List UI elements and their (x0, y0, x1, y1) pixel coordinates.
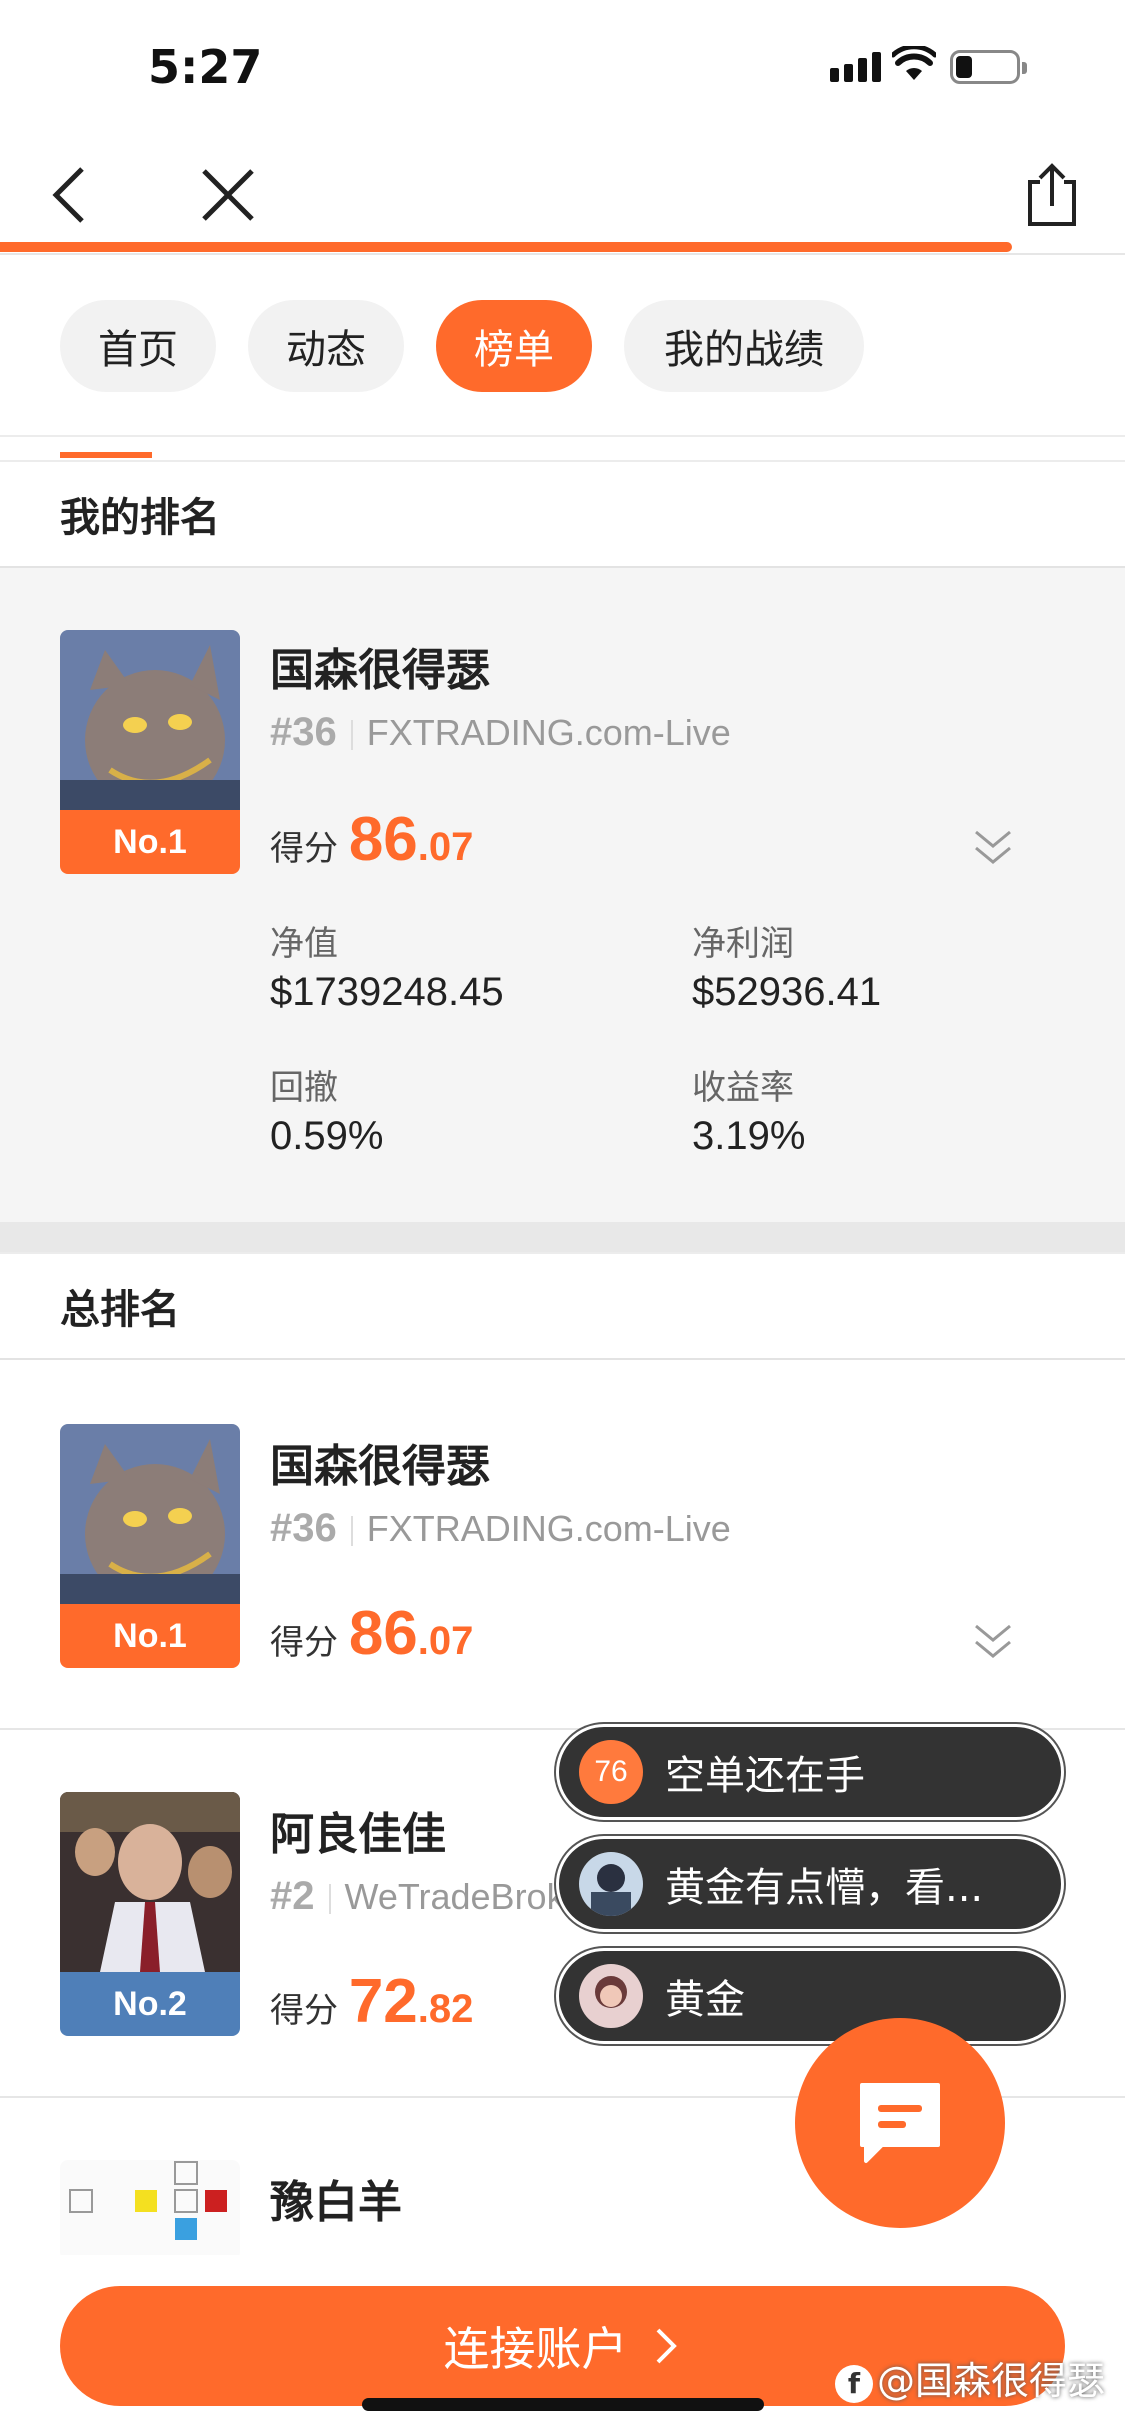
avatar: No.1 (60, 1424, 240, 1668)
nav-bar (0, 135, 1125, 255)
chevron-right-icon (656, 2328, 677, 2364)
score-label: 得分 (270, 1623, 338, 1663)
cat-avatar-image (60, 1424, 240, 1604)
list-item[interactable]: No.1 国森很得瑟 #36 FXTRADING.com-Live 得分 86.0… (0, 1362, 1125, 1730)
close-button[interactable] (188, 155, 268, 235)
chat-bubble-text: 黄金 (665, 1977, 745, 2023)
broker-name: FXTRADING.com-Live (366, 1508, 731, 1549)
net-profit-label: 净利润 (692, 924, 794, 964)
rank-badge: No.1 (60, 1604, 240, 1668)
close-icon (202, 169, 254, 221)
trader-account: #36 FXTRADING.com-Live (270, 1506, 731, 1551)
page-load-progress-bar (0, 242, 1012, 252)
equity-value: $1739248.45 (270, 970, 504, 1014)
chat-bubble[interactable]: 黄金有点懵，看... (556, 1836, 1064, 1932)
return-label: 收益率 (692, 1068, 794, 1108)
cellular-signal-icon (830, 52, 886, 82)
section-separator (0, 1222, 1125, 1252)
tab-bar: 首页 动态 榜单 我的战绩 (0, 300, 1125, 400)
my-rank-heading: 我的排名 (0, 460, 1125, 568)
chat-icon (860, 2083, 940, 2163)
avatar: No.1 (60, 630, 240, 874)
return-value: 3.19% (692, 1114, 806, 1158)
trader-photo-image (60, 1792, 240, 1972)
chat-bubble[interactable]: 黄金 (556, 1948, 1064, 2044)
trader-name: 豫白羊 (270, 2177, 402, 2228)
chevron-down-icon[interactable] (970, 826, 1016, 872)
avatar: No.2 (60, 1792, 240, 2036)
tab-home[interactable]: 首页 (60, 300, 216, 392)
status-time: 5:27 (148, 40, 263, 94)
overall-rank-heading: 总排名 (0, 1252, 1125, 1360)
my-rank-card[interactable]: No.1 国森很得瑟 #36 FXTRADING.com-Live 得分 86.0… (0, 568, 1125, 1222)
watermark-text: @国森很得瑟 (877, 2359, 1106, 2403)
broker-name: FXTRADING.com-Live (366, 712, 731, 753)
status-bar: 5:27 (0, 0, 1125, 135)
trader-name: 阿良佳佳 (270, 1809, 446, 1860)
score-integer: 86 (348, 1599, 418, 1668)
score-label: 得分 (270, 829, 338, 869)
score-integer: 72 (348, 1967, 418, 2036)
score: 得分 86.07 (270, 1598, 473, 1669)
score: 得分 72.82 (270, 1966, 473, 2037)
unread-badge: 76 (579, 1740, 643, 1804)
tab-activity[interactable]: 动态 (248, 300, 404, 392)
score: 得分 86.07 (270, 804, 473, 875)
score-decimal: .82 (417, 1987, 474, 2031)
chat-bubble-text: 空单还在手 (665, 1753, 865, 1799)
chat-fab-button[interactable] (795, 2018, 1005, 2228)
back-button[interactable] (28, 155, 108, 235)
score-decimal: .07 (417, 1619, 474, 1663)
drawdown-value: 0.59% (270, 1114, 384, 1158)
watermark: f @国森很得瑟 (835, 2350, 1105, 2405)
wifi-icon (892, 46, 936, 80)
score-decimal: .07 (417, 825, 474, 869)
equity-label: 净值 (270, 924, 338, 964)
trader-number: #36 (270, 710, 337, 754)
trader-name: 国森很得瑟 (270, 1441, 490, 1492)
chat-bubble[interactable]: 76 空单还在手 (556, 1724, 1064, 1820)
chevron-left-icon (52, 167, 84, 223)
trader-account: #36 FXTRADING.com-Live (270, 710, 731, 755)
user-avatar (579, 1964, 643, 2028)
tab-divider (0, 435, 1125, 460)
rank-badge: No.2 (60, 1972, 240, 2036)
trader-number: #2 (270, 1874, 315, 1918)
weibo-logo-icon: f (835, 2364, 873, 2403)
chat-bubble-text: 黄金有点懵，看... (665, 1865, 984, 1911)
connect-account-label: 连接账户 (443, 2322, 628, 2376)
trader-name: 国森很得瑟 (270, 645, 490, 696)
cat-avatar-image (60, 630, 240, 810)
diagram-avatar-image (60, 2160, 240, 2260)
share-button[interactable] (1012, 155, 1092, 235)
home-indicator[interactable] (362, 2398, 764, 2411)
score-label: 得分 (270, 1991, 338, 2031)
avatar (60, 2160, 240, 2260)
battery-icon (950, 50, 1027, 84)
tab-indicator (60, 452, 152, 458)
chevron-down-icon[interactable] (970, 1620, 1016, 1666)
trader-number: #36 (270, 1506, 337, 1550)
rank-badge: No.1 (60, 810, 240, 874)
tab-leaderboard[interactable]: 榜单 (436, 300, 592, 392)
drawdown-label: 回撤 (270, 1068, 338, 1108)
share-icon (1028, 163, 1076, 226)
net-profit-value: $52936.41 (692, 970, 882, 1014)
user-avatar (579, 1852, 643, 1916)
tab-my-record[interactable]: 我的战绩 (624, 300, 864, 392)
score-integer: 86 (348, 805, 418, 874)
